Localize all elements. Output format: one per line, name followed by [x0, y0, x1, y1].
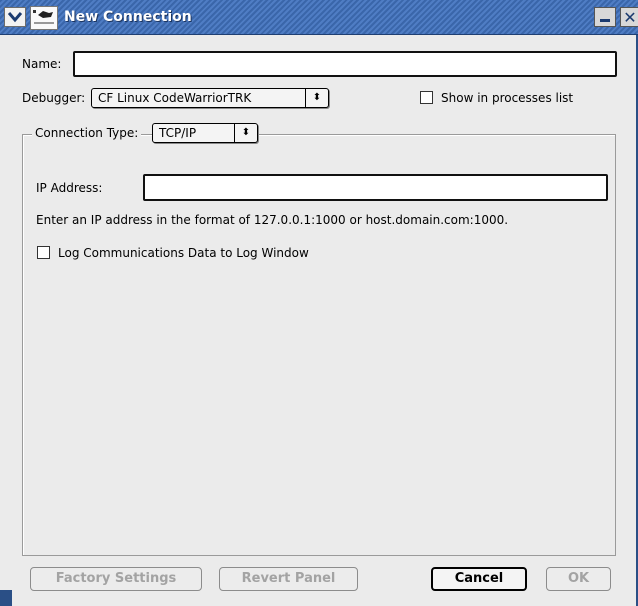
connection-type-legend: Connection Type: — [32, 124, 142, 144]
popup-arrows-icon: ⬍ — [234, 124, 257, 142]
debugger-popup[interactable]: CF Linux CodeWarriorTRK ⬍ — [91, 88, 329, 108]
app-icon — [30, 6, 58, 30]
close-button[interactable]: ✕ — [620, 7, 638, 27]
connection-type-value: TCP/IP — [159, 126, 197, 140]
title-bar[interactable]: New Connection ✕ — [0, 0, 638, 35]
show-in-processes-label: Show in processes list — [441, 91, 574, 105]
close-icon: ✕ — [623, 8, 637, 27]
popup-arrows-icon: ⬍ — [305, 89, 328, 107]
log-communications-checkbox[interactable] — [37, 246, 50, 259]
name-field[interactable] — [73, 51, 617, 77]
ok-button[interactable]: OK — [546, 567, 611, 591]
window-title: New Connection — [64, 9, 192, 25]
debugger-popup-value: CF Linux CodeWarriorTRK — [98, 91, 252, 105]
name-label: Name: — [22, 57, 62, 71]
connection-type-label: Connection Type: — [35, 126, 139, 140]
ip-address-label: IP Address: — [36, 181, 103, 195]
minimize-button[interactable] — [594, 7, 616, 27]
factory-settings-button[interactable]: Factory Settings — [30, 567, 202, 591]
window-edge-accent — [0, 590, 12, 606]
debugger-label: Debugger: — [22, 91, 86, 105]
new-connection-window: New Connection ✕ Name: Debugger: CF Linu… — [0, 0, 638, 606]
cancel-button[interactable]: Cancel — [431, 567, 527, 591]
window-menu-button[interactable] — [4, 7, 26, 27]
revert-panel-button[interactable]: Revert Panel — [219, 567, 358, 591]
show-in-processes-checkbox[interactable] — [420, 91, 433, 104]
log-communications-label: Log Communications Data to Log Window — [58, 246, 309, 260]
ip-format-hint: Enter an IP address in the format of 127… — [36, 213, 509, 227]
ip-address-field[interactable] — [143, 174, 608, 201]
connection-type-popup[interactable]: TCP/IP ⬍ — [152, 123, 258, 143]
chevron-down-icon — [8, 12, 22, 23]
codewarrior-icon — [33, 10, 54, 24]
